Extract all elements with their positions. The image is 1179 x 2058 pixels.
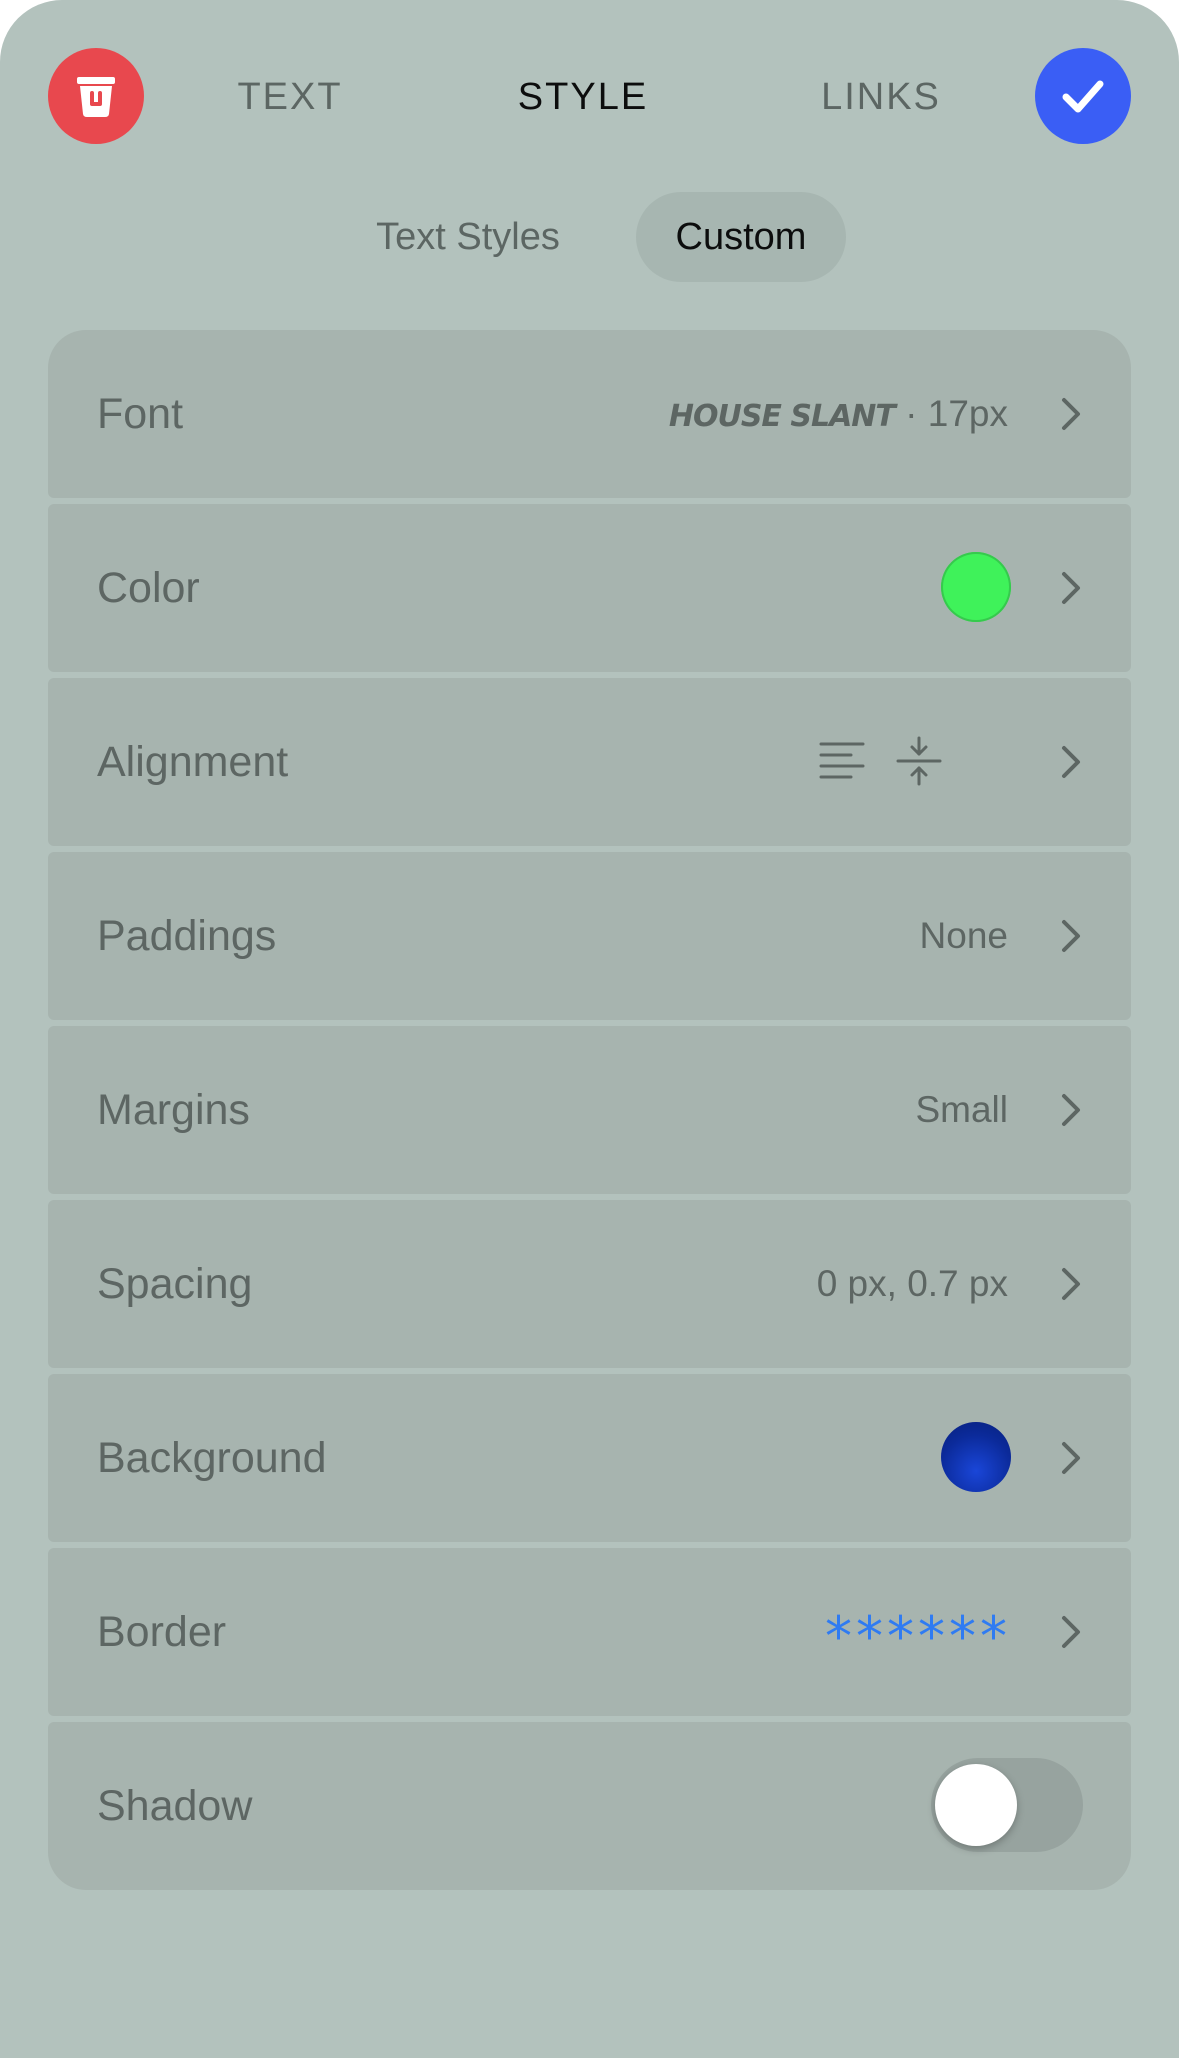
margins-row[interactable]: Margins Small	[48, 1026, 1131, 1194]
color-row[interactable]: Color	[48, 504, 1131, 672]
chevron-right-icon	[1062, 1268, 1080, 1300]
chevron-right-icon	[1062, 1442, 1080, 1474]
border-row[interactable]: Border ******	[48, 1548, 1131, 1716]
chevron-right-icon	[1062, 1616, 1080, 1648]
paddings-row[interactable]: Paddings None	[48, 852, 1131, 1020]
delete-button[interactable]	[48, 48, 144, 144]
align-left-icon	[819, 742, 865, 779]
segment-custom[interactable]: Custom	[636, 192, 846, 282]
alignment-label: Alignment	[97, 738, 289, 786]
segment-text-styles[interactable]: Text Styles	[343, 192, 593, 282]
font-label: Font	[97, 390, 184, 438]
font-separator: ·	[894, 393, 928, 434]
chevron-right-icon	[1062, 398, 1080, 430]
checkmark-icon	[1062, 80, 1104, 113]
alignment-row[interactable]: Alignment	[48, 678, 1131, 846]
margins-value: Small	[915, 1089, 1008, 1130]
paddings-value: None	[919, 915, 1008, 956]
chevron-right-icon	[1062, 920, 1080, 952]
spacing-row[interactable]: Spacing 0 px, 0.7 px	[48, 1200, 1131, 1368]
font-row[interactable]: Font HOUSE SLANT · 17px	[48, 330, 1131, 498]
margins-label: Margins	[97, 1086, 250, 1134]
shadow-row: Shadow	[48, 1722, 1131, 1890]
border-label: Border	[97, 1608, 227, 1656]
style-editor-panel: TEXT STYLE LINKS Text Styles Custom Font…	[0, 0, 1179, 2058]
vertical-center-icon	[896, 736, 942, 786]
tab-style[interactable]: STYLE	[483, 72, 683, 122]
color-swatch	[941, 552, 1011, 622]
background-row[interactable]: Background	[48, 1374, 1131, 1542]
shadow-label: Shadow	[97, 1782, 253, 1830]
background-label: Background	[97, 1434, 327, 1482]
tab-links[interactable]: LINKS	[781, 72, 981, 122]
trash-icon	[77, 77, 115, 117]
background-swatch	[941, 1422, 1011, 1492]
color-label: Color	[97, 564, 200, 612]
font-value: HOUSE SLANT · 17px	[669, 330, 1008, 498]
shadow-toggle[interactable]	[931, 1758, 1083, 1852]
paddings-label: Paddings	[97, 912, 277, 960]
tab-text[interactable]: TEXT	[190, 72, 390, 122]
alignment-icons	[819, 736, 942, 786]
chevron-right-icon	[1062, 746, 1080, 778]
font-size: 17px	[927, 393, 1008, 434]
chevron-right-icon	[1062, 1094, 1080, 1126]
spacing-label: Spacing	[97, 1260, 253, 1308]
confirm-button[interactable]	[1035, 48, 1131, 144]
spacing-value: 0 px, 0.7 px	[816, 1263, 1008, 1304]
font-name: HOUSE SLANT	[668, 399, 896, 434]
border-preview: ******	[825, 1605, 1011, 1668]
chevron-right-icon	[1062, 572, 1080, 604]
toggle-knob	[935, 1764, 1017, 1846]
